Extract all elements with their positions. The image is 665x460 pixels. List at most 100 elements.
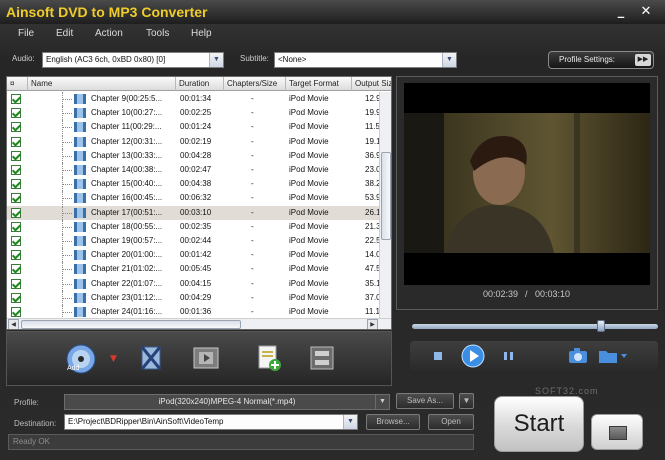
row-duration: 00:03:10 [180,207,212,217]
horizontal-scrollbar[interactable]: ◀ ▶ [7,318,391,329]
remove-file-icon[interactable] [136,343,166,375]
table-row[interactable]: Chapter 19(00:57:... 00:02:44 - iPod Movie 2… [7,234,379,248]
row-chapters: - [251,179,254,189]
row-checkbox[interactable] [11,264,21,275]
video-preview[interactable] [404,83,650,285]
row-chapters: - [251,221,254,231]
table-row[interactable]: Chapter 17(00:51:... 00:03:10 - iPod Movie 2… [7,205,379,220]
table-row[interactable]: Chapter 11(00:29:... 00:01:24 - iPod Movie 1… [7,120,379,135]
row-size: 22.5 [365,236,379,245]
profile-select[interactable]: iPod(320x240)MPEG-4 Normal(*.mp4) ▼ [64,394,390,410]
dropdown-arrow-icon[interactable]: ▼ [110,354,117,364]
row-checkbox[interactable] [11,94,21,104]
film-file-icon [74,108,86,119]
menu-edit[interactable]: Edit [56,28,73,39]
start-button[interactable]: Start [494,396,584,452]
table-row[interactable]: Chapter 24(01:16:... 00:01:36 - iPod Movie 1… [7,305,379,318]
row-checkbox[interactable] [11,236,21,246]
menu-file[interactable]: File [18,28,34,39]
add-dvd-icon[interactable]: Add [65,343,97,377]
table-row[interactable]: Chapter 18(00:55:... 00:02:35 - iPod Movie 2… [7,219,379,234]
row-checkbox[interactable] [11,136,21,147]
menu-action[interactable]: Action [95,28,123,39]
row-chapters: - [251,193,254,203]
scrollbar-thumb-horizontal[interactable] [21,320,241,329]
vertical-scrollbar[interactable] [379,92,391,318]
table-row[interactable]: Chapter 12(00:31:... 00:02:19 - iPod Movie 1… [7,134,379,149]
table-row[interactable]: Chapter 21(01:02:... 00:05:45 - iPod Movie 4… [7,262,379,277]
row-size: 19.9 [365,108,379,118]
row-checkbox[interactable] [11,179,21,190]
header-chapters-size[interactable]: Chapters/Size [223,77,285,91]
destination-value: E:\Project\BDRipper\Bin\AinSoft\VideoTem… [68,417,224,426]
row-name: Chapter 16(00:45:... [91,193,163,203]
header-name[interactable]: Name [27,77,175,91]
film-file-icon [74,179,86,190]
row-checkbox[interactable] [11,278,21,289]
table-row[interactable]: Chapter 13(00:33:... 00:04:28 - iPod Movie 3… [7,148,379,163]
header-output-size[interactable]: Output Siz [351,77,391,91]
profile-settings-button[interactable]: Profile Settings: ▶▶ [548,51,654,69]
row-size: 21.3 [365,221,379,231]
row-name: Chapter 19(00:57:... [91,236,163,245]
scrollbar-thumb[interactable] [381,152,391,240]
scroll-right-icon[interactable]: ▶ [367,319,378,329]
header-check[interactable]: ¤ [7,77,27,91]
row-checkbox[interactable] [11,108,21,119]
menu-help[interactable]: Help [191,28,212,39]
table-row[interactable]: Chapter 10(00:27:... 00:02:25 - iPod Movie 1… [7,106,379,121]
menu-tools[interactable]: Tools [146,28,169,39]
row-checkbox[interactable] [11,207,21,218]
row-checkbox[interactable] [11,221,21,232]
minimize-button[interactable]: _ [611,3,631,21]
table-row[interactable]: Chapter 23(01:12:... 00:04:29 - iPod Movie 3… [7,290,379,305]
profile-label: Profile: [14,398,39,407]
row-name: Chapter 21(01:02:... [91,264,163,274]
seek-slider-knob[interactable] [597,320,606,332]
header-duration[interactable]: Duration [175,77,223,91]
browse-button[interactable]: Browse... [366,414,420,430]
audio-select[interactable]: English (AC3 6ch, 0xBD 0x80) [0] ▼ [42,52,224,68]
subtitle-select[interactable]: <None> ▼ [274,52,457,68]
row-duration: 00:01:24 [180,122,212,132]
current-time: 00:02:39 [483,289,519,299]
stop-icon[interactable] [434,352,442,360]
row-checkbox[interactable] [11,150,21,161]
row-checkbox[interactable] [11,250,21,261]
table-row[interactable]: Chapter 22(01:07:... 00:04:15 - iPod Movie 3… [7,276,379,291]
film-file-icon [74,292,86,303]
table-row[interactable]: Chapter 16(00:45:... 00:06:32 - iPod Movie 5… [7,191,379,206]
open-folder-icon[interactable] [598,348,628,366]
pause-icon[interactable] [504,352,513,360]
snapshot-camera-icon[interactable] [568,347,588,367]
row-checkbox[interactable] [11,193,21,204]
table-row[interactable]: Chapter 9(00:25:5... 00:01:34 - iPod Movie 1… [7,92,379,106]
table-row[interactable]: Chapter 14(00:38:... 00:02:47 - iPod Movie 2… [7,163,379,177]
save-as-dropdown-icon[interactable]: ▼ [459,393,474,409]
clip-film-icon[interactable] [191,343,221,375]
row-checkbox[interactable] [11,122,21,133]
play-icon[interactable] [461,344,485,370]
close-button[interactable]: ✕ [636,3,656,21]
tree-connector [62,120,74,135]
row-checkbox[interactable] [11,292,21,303]
scroll-left-icon[interactable]: ◀ [8,319,19,329]
table-row[interactable]: Chapter 20(01:00:... 00:01:42 - iPod Movie 1… [7,248,379,263]
header-target-format[interactable]: Target Format [285,77,351,91]
row-checkbox[interactable] [11,165,21,175]
row-chapters: - [251,264,254,274]
save-as-button[interactable]: Save As... [396,393,454,409]
merge-film-icon[interactable] [307,343,337,375]
stop-convert-button[interactable] [591,414,643,450]
tree-connector [62,163,74,177]
row-chapters: - [251,307,254,316]
seek-slider[interactable] [412,324,658,329]
open-button[interactable]: Open [428,414,474,430]
add-file-icon[interactable] [254,343,284,375]
film-file-icon [74,165,86,175]
table-row[interactable]: Chapter 15(00:40:... 00:04:38 - iPod Movie 3… [7,177,379,192]
row-checkbox[interactable] [11,307,21,317]
row-size: 47.5 [365,264,379,274]
destination-input[interactable]: E:\Project\BDRipper\Bin\AinSoft\VideoTem… [64,414,358,430]
tree-connector [62,92,74,106]
